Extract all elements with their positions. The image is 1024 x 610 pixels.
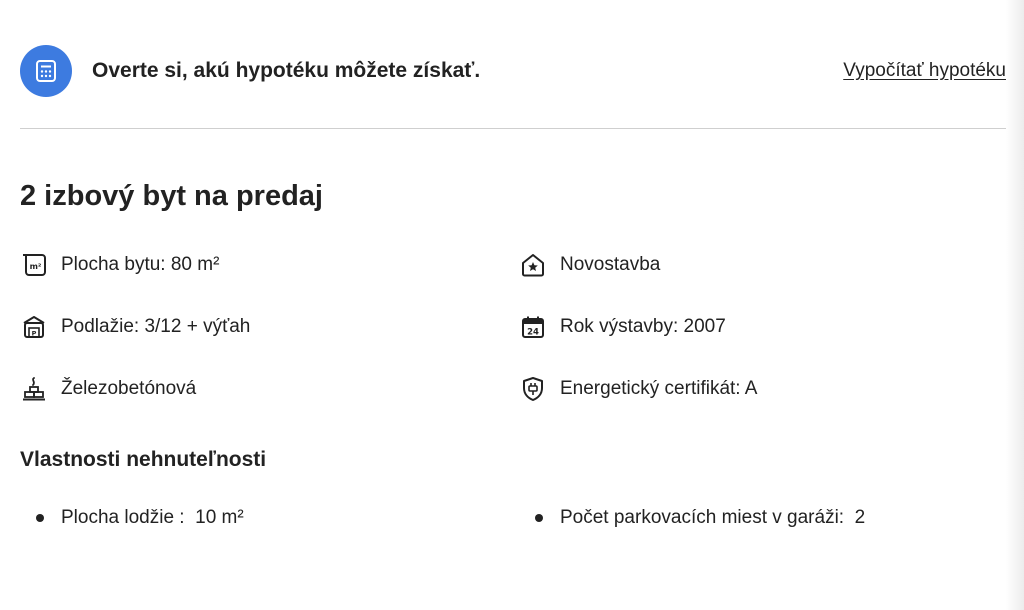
energy-certificate-icon: [519, 374, 547, 404]
feature-year-built: 24 Rok výstavby: 2007: [519, 312, 726, 342]
svg-text:24: 24: [527, 328, 539, 338]
feature-label: Železobetónová: [61, 378, 197, 399]
properties-title: Vlastnosti nehnuteľnosti: [20, 448, 267, 471]
feature-label: Rok výstavby: 2007: [560, 316, 726, 337]
svg-text:m²: m²: [30, 262, 42, 271]
calendar-icon: 24: [519, 312, 547, 342]
feature-floor: P Podlažie: 3/12 + výťah: [20, 312, 250, 342]
bricks-icon: [20, 374, 48, 404]
mortgage-banner: Overte si, akú hypotéku môžete získať. V…: [20, 45, 1006, 97]
bullet-icon: [535, 514, 543, 522]
area-m2-icon: m²: [20, 250, 48, 280]
house-star-icon: [519, 250, 547, 280]
property-item-parking: Počet parkovacích miest v garáži: 2: [519, 504, 865, 532]
mortgage-banner-text: Overte si, akú hypotéku môžete získať.: [92, 59, 481, 82]
feature-new-building: Novostavba: [519, 250, 660, 280]
feature-area: m² Plocha bytu: 80 m²: [20, 250, 219, 280]
calculate-mortgage-link[interactable]: Vypočítať hypotéku: [843, 60, 1006, 82]
listing-title: 2 izbový byt na predaj: [20, 180, 323, 212]
feature-label: Novostavba: [560, 254, 661, 275]
property-label: Počet parkovacích miest v garáži: 2: [560, 507, 866, 528]
feature-material: Železobetónová: [20, 374, 196, 404]
feature-label: Energetický certifikát: A: [560, 378, 758, 399]
scroll-edge-shadow: [1006, 0, 1024, 610]
svg-text:P: P: [32, 330, 37, 338]
property-item-loggia: Plocha lodžie : 10 m²: [20, 504, 244, 532]
feature-energy-certificate: Energetický certifikát: A: [519, 374, 757, 404]
divider: [20, 128, 1006, 129]
feature-label: Podlažie: 3/12 + výťah: [61, 316, 251, 337]
bullet-icon: [36, 514, 44, 522]
property-label: Plocha lodžie : 10 m²: [61, 507, 244, 528]
feature-label: Plocha bytu: 80 m²: [61, 254, 220, 275]
floor-icon: P: [20, 312, 48, 342]
calculator-icon: [20, 45, 72, 97]
page: Overte si, akú hypotéku môžete získať. V…: [0, 0, 1024, 610]
